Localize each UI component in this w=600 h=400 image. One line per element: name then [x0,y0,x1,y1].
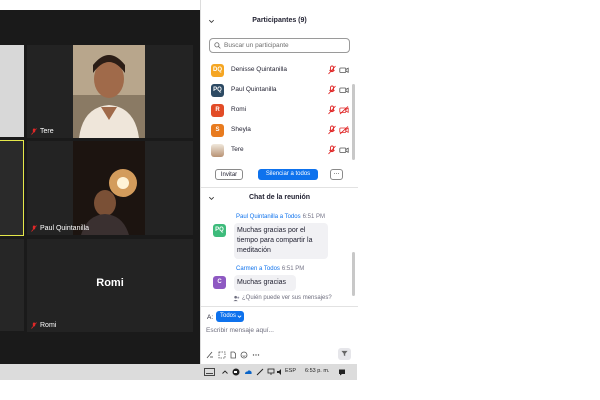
side-panel: Participantes (9) Buscar un participante… [200,0,358,364]
participant-name: Denisse Quintanilla [231,66,288,73]
message-line: tiempo para compartir la [237,237,313,244]
input-language[interactable]: ESP [285,368,296,374]
onedrive-icon[interactable] [244,368,252,376]
participant-row[interactable]: DQ Denisse Quintanilla [209,62,349,80]
avatar [211,144,224,157]
more-options-button[interactable]: ... [330,169,343,180]
participant-row[interactable]: Tere [209,142,349,160]
participant-video-feed [73,45,145,138]
video-gallery: Tere Paul Quintanilla Romi Romi [0,10,200,364]
video-off-icon[interactable] [339,105,349,115]
participant-name: Paul Quintanilla [231,86,277,93]
tile-name-label: Romi [31,322,56,329]
mic-muted-icon [31,322,37,329]
message-line: Muchas gracias [237,279,287,286]
message-time: 6:51 PM [281,266,305,272]
message-line: Muchas gracias por el [237,227,306,234]
screenshot-icon[interactable] [218,351,226,359]
windows-taskbar: ESP 6:53 p. m. [0,364,357,380]
participant-row[interactable]: S Sheyla [209,122,349,140]
clock[interactable]: 6:53 p. m. [305,368,329,374]
chat-message: Muchas gracias [234,275,296,291]
chat-header: Chat de la reunión [248,194,311,201]
participant-display-name: Romi [96,277,124,289]
video-off-icon[interactable] [339,125,349,135]
chevron-down-icon [237,315,242,318]
message-line: meditación [237,247,271,254]
message-time: 6:51 PM [302,214,325,220]
avatar: PQ [213,224,226,237]
video-icon[interactable] [339,85,349,95]
video-tile-active-speaker[interactable] [0,140,24,236]
message-sender: Paul Quintanilla a Todos 6:51 PM [236,214,325,220]
mic-muted-icon[interactable] [327,145,337,155]
participant-name: Romi [231,106,247,113]
tile-name-label: Tere [31,128,54,135]
participant-name: Sheyla [231,126,251,133]
mic-muted-icon[interactable] [327,125,337,135]
chat-message: Muchas gracias por el tiempo para compar… [234,223,328,259]
video-tile-romi[interactable]: Romi Romi [27,239,193,332]
mic-muted-icon [31,128,37,135]
sender-name[interactable]: Paul Quintanilla a Todos [236,214,301,220]
format-text-icon[interactable] [206,351,214,359]
emoji-icon[interactable] [240,351,248,359]
video-tile-partial-bottom[interactable] [0,239,24,331]
network-icon[interactable] [267,368,275,376]
video-icon[interactable] [339,65,349,75]
search-icon [214,42,221,49]
participant-row[interactable]: PQ Paul Quintanilla [209,82,349,100]
mic-muted-icon[interactable] [327,85,337,95]
zoom-tray-icon[interactable] [232,368,240,376]
participants-header: Participantes (9) [252,17,307,24]
chat-scrollbar[interactable] [352,252,355,296]
filter-icon [341,350,348,357]
mic-muted-icon [31,225,37,232]
keyboard-icon[interactable] [204,368,215,376]
recipient-dropdown[interactable]: Todos [216,311,244,322]
sender-name[interactable]: Carmen a Todos [236,266,280,272]
divider [201,306,358,307]
message-sender: Carmen a Todos 6:51 PM [236,266,304,272]
tile-name-text: Romi [40,322,57,329]
video-tile-tere[interactable]: Tere [27,45,193,138]
participant-row[interactable]: R Romi [209,102,349,120]
avatar: S [211,124,224,137]
video-tile-partial[interactable] [0,45,24,137]
message-input[interactable]: Escribir mensaje aquí... [206,327,274,334]
people-icon [233,295,240,302]
chevron-up-icon[interactable] [221,368,229,376]
avatar: R [211,104,224,117]
avatar: C [213,276,226,289]
mic-muted-icon[interactable] [327,65,337,75]
mic-muted-icon[interactable] [327,105,337,115]
avatar: PQ [211,84,224,97]
participants-scrollbar[interactable] [352,84,355,160]
privacy-note-link[interactable]: ¿Quién puede ver sus mensajes? [242,295,332,301]
zoom-window: Tere Paul Quintanilla Romi Romi Particip… [0,0,600,400]
tile-name-label: Paul Quintanilla [31,225,89,232]
pen-icon[interactable] [256,368,264,376]
recipient-value: Todos [220,313,237,319]
tile-name-text: Tere [40,128,54,135]
avatar: DQ [211,64,224,77]
file-icon[interactable] [229,351,237,359]
participant-search-input[interactable]: Buscar un participante [209,38,350,53]
participant-name: Tere [231,146,244,153]
recipient-label: A: [207,314,214,321]
video-tile-paul-quintanilla[interactable]: Paul Quintanilla [27,141,193,235]
participant-video-feed [73,141,145,235]
tile-name-text: Paul Quintanilla [40,225,90,232]
divider [201,187,358,188]
mute-all-button[interactable]: Silenciar a todos [258,169,318,180]
search-placeholder: Buscar un participante [224,42,289,49]
volume-icon[interactable] [276,368,284,376]
invite-button[interactable]: Invitar [215,169,243,180]
notification-icon[interactable] [338,368,346,376]
send-filter-button[interactable] [338,348,351,360]
video-icon[interactable] [339,145,349,155]
more-icon[interactable] [252,351,260,359]
